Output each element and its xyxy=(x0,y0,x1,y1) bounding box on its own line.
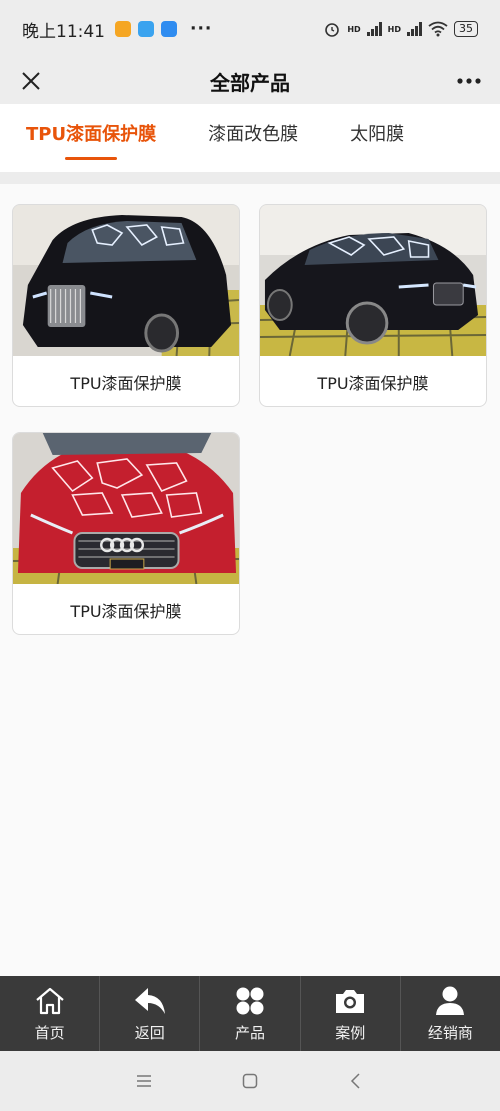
nav-label: 经销商 xyxy=(427,1024,473,1042)
network-hd-label: HD xyxy=(347,24,361,34)
tab-color-change-film[interactable]: 漆面改色膜 xyxy=(208,104,298,172)
product-card[interactable]: TPU漆面保护膜 xyxy=(259,204,487,407)
black-mpv-photo xyxy=(13,205,239,357)
app-notification-icon xyxy=(115,21,131,37)
close-icon xyxy=(22,72,40,90)
nav-cases[interactable]: 案例 xyxy=(301,976,401,1051)
network-hd-label-2: HD xyxy=(387,24,401,34)
alarm-icon xyxy=(325,23,340,37)
product-caption: TPU漆面保护膜 xyxy=(70,602,182,621)
nav-products[interactable]: 产品 xyxy=(200,976,301,1051)
status-more: ··· xyxy=(190,19,213,39)
status-time: 晚上11:41 xyxy=(22,21,105,42)
product-card[interactable]: TPU漆面保护膜 xyxy=(12,204,240,407)
home-square-icon[interactable] xyxy=(241,1072,259,1090)
active-tab-indicator xyxy=(65,157,118,160)
wifi-icon xyxy=(428,21,448,37)
close-button[interactable] xyxy=(14,64,48,98)
signal-icon-2 xyxy=(407,22,422,36)
more-menu-button[interactable] xyxy=(452,64,486,98)
nav-label: 返回 xyxy=(134,1024,165,1042)
back-chevron-icon[interactable] xyxy=(347,1072,365,1090)
product-grid: TPU漆面保护膜 TPU漆面保护膜 TPU漆面保护膜 xyxy=(0,184,500,976)
black-sedan-photo xyxy=(260,205,486,357)
title-bar: 全部产品 xyxy=(0,58,500,104)
more-dots-icon xyxy=(457,78,481,84)
nav-label: 产品 xyxy=(235,1024,266,1042)
tab-label: 漆面改色膜 xyxy=(208,124,299,145)
system-navigation-bar xyxy=(0,1051,500,1111)
home-icon xyxy=(35,987,64,1015)
tab-label: TPU漆面保护膜 xyxy=(26,124,157,145)
page-title: 全部产品 xyxy=(210,70,290,95)
cloud-app-icon xyxy=(138,21,154,37)
category-tabs: TPU漆面保护膜 漆面改色膜 太阳膜 xyxy=(0,104,500,172)
battery-icon: 35 xyxy=(454,21,478,37)
nav-home[interactable]: 首页 xyxy=(0,976,101,1051)
back-arrow-icon xyxy=(134,988,165,1014)
tab-solar-film[interactable]: 太阳膜 xyxy=(350,104,404,172)
nav-label: 首页 xyxy=(34,1024,65,1042)
tab-label: 太阳膜 xyxy=(350,124,405,145)
product-caption: TPU漆面保护膜 xyxy=(317,374,429,393)
grid-icon xyxy=(236,987,264,1015)
divider xyxy=(0,172,500,184)
nav-dealers[interactable]: 经销商 xyxy=(401,976,500,1051)
cloud-sync-icon xyxy=(161,21,177,37)
product-card[interactable]: TPU漆面保护膜 xyxy=(12,432,240,635)
menu-icon[interactable] xyxy=(135,1072,153,1090)
bottom-navigation: 首页 返回 产品 案例 经销商 xyxy=(0,976,500,1051)
product-caption: TPU漆面保护膜 xyxy=(70,374,182,393)
nav-back[interactable]: 返回 xyxy=(100,976,201,1051)
camera-icon xyxy=(336,990,365,1013)
nav-label: 案例 xyxy=(335,1024,366,1042)
user-icon xyxy=(436,986,465,1015)
signal-icon xyxy=(366,22,382,36)
tab-tpu-film[interactable]: TPU漆面保护膜 xyxy=(26,104,156,172)
status-bar: 晚上11:41 ··· HD HD 35 xyxy=(0,0,500,58)
red-sedan-photo xyxy=(13,433,239,585)
